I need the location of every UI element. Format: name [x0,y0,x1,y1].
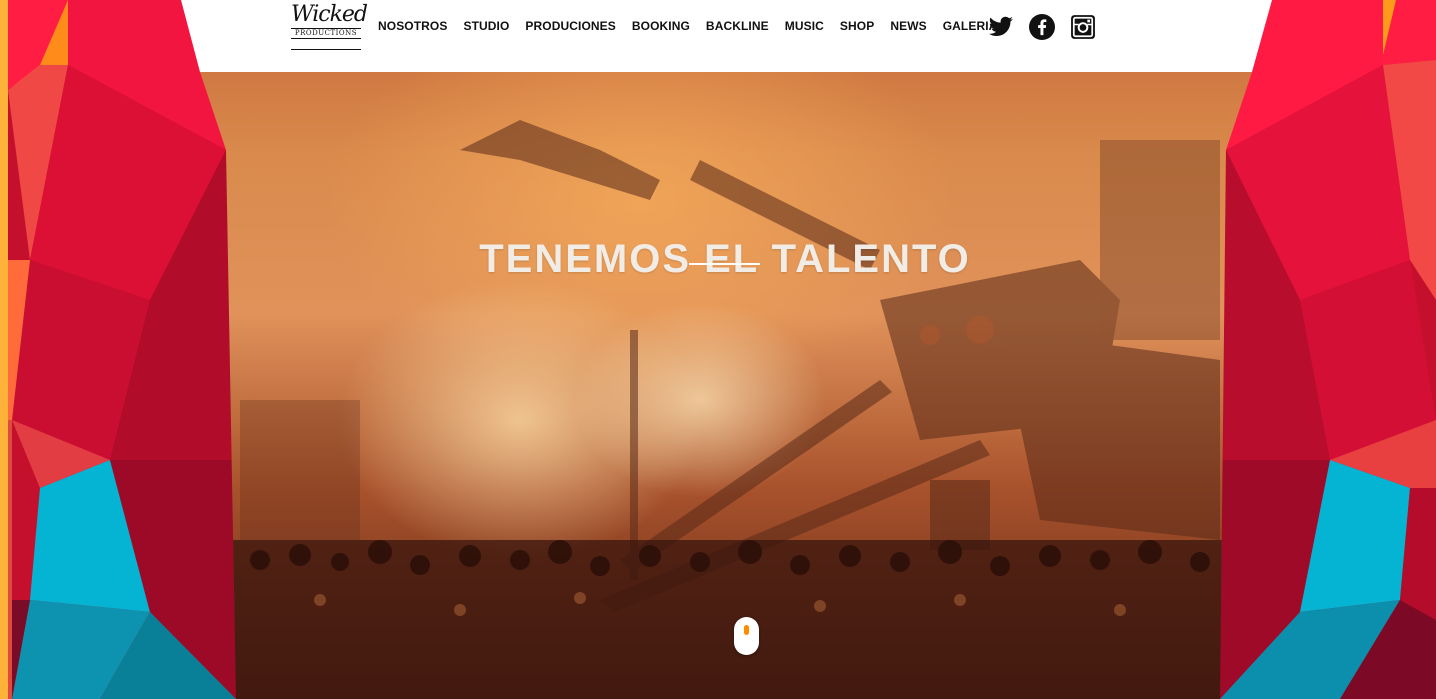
nav-item-booking[interactable]: BOOKING [624,18,698,34]
nav-item-studio[interactable]: STUDIO [455,18,517,34]
scroll-down-mouse-icon[interactable] [734,617,759,655]
hero-title: TENEMOS EL TALENTO [479,236,971,281]
nav-item-produciones[interactable]: PRODUCIONES [517,18,623,34]
hero-title-divider [689,263,760,265]
facebook-icon[interactable] [1029,14,1055,40]
social-links [988,14,1096,40]
nav-item-music[interactable]: MUSIC [777,18,832,34]
nav-item-news[interactable]: NEWS [882,18,934,34]
logo-script: Wicked [291,2,368,27]
logo-underline [291,49,361,50]
logo-subtitle: PRODUCTIONS [291,28,361,39]
page: TENEMOS EL TALENTO Wicked PRODUCTIONS NO… [0,0,1436,699]
twitter-icon[interactable] [988,14,1014,40]
main-nav: NOSOTROS STUDIO PRODUCIONES BOOKING BACK… [370,18,1005,34]
nav-item-backline[interactable]: BACKLINE [698,18,777,34]
site-header [181,0,1272,72]
nav-item-nosotros[interactable]: NOSOTROS [370,18,455,34]
instagram-icon[interactable] [1070,14,1096,40]
brand-logo[interactable]: Wicked PRODUCTIONS [291,2,368,50]
nav-item-shop[interactable]: SHOP [832,18,882,34]
mouse-wheel-indicator [744,625,749,635]
